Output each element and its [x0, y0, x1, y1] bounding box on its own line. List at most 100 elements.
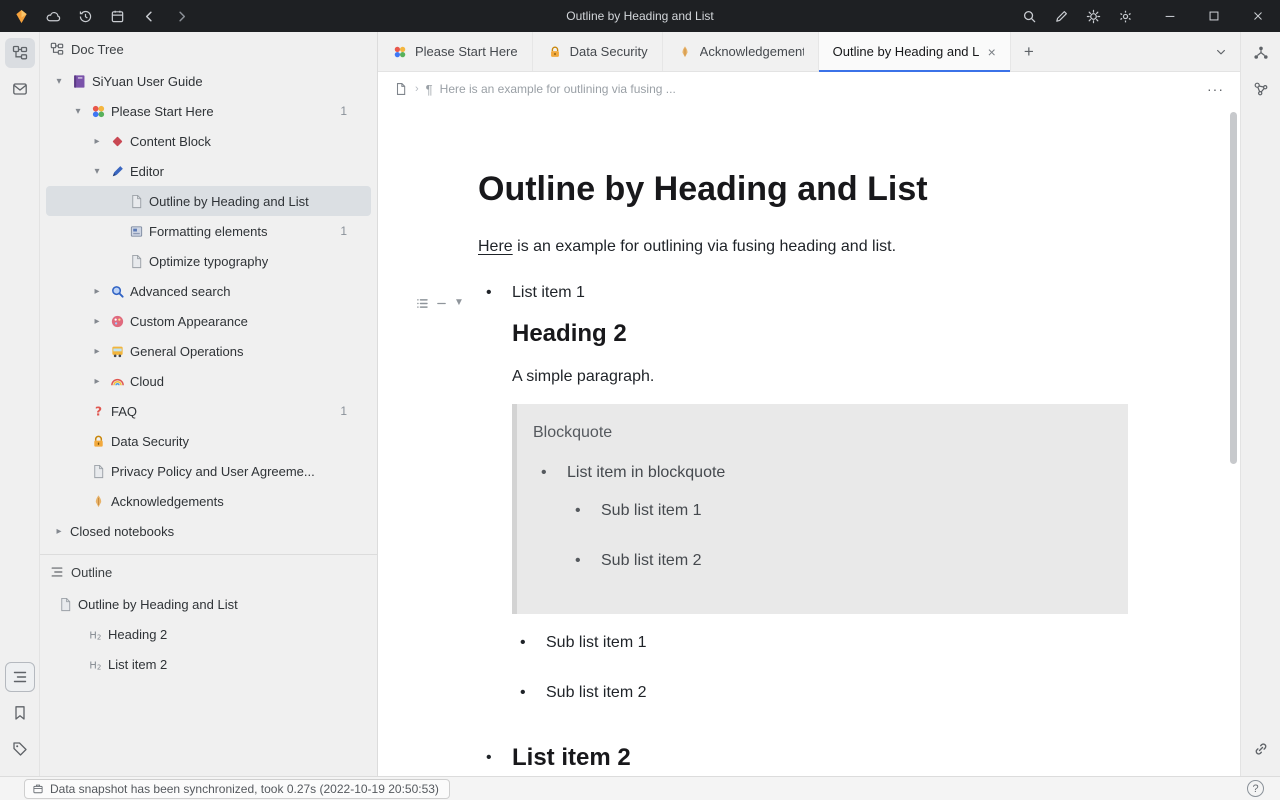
sub-list-item-2[interactable]: • Sub list item 2 [512, 680, 1128, 718]
expand-arrow-icon[interactable]: ▸ [88, 316, 106, 327]
block-gutter[interactable]: ▼ [416, 290, 464, 316]
gutter-item-icon[interactable] [435, 297, 448, 310]
tab-close-button[interactable]: × [986, 45, 996, 59]
doc-tree-item-privacy-policy-and-user-agreeme[interactable]: Privacy Policy and User Agreeme... [46, 456, 371, 486]
bookmark-dock-button[interactable] [5, 698, 35, 728]
list-item-2[interactable]: • List item 2 1. Ordered list item 1 1pa… [478, 742, 1128, 776]
gutter-list-icon[interactable] [416, 297, 429, 310]
doc-tree-item-label: Acknowledgements [109, 494, 224, 509]
edit-button[interactable] [1046, 3, 1076, 29]
sub-list-item-2-text[interactable]: Sub list item 2 [546, 680, 646, 706]
blockquote-sub-item-1[interactable]: • Sub list item 1 [567, 498, 1112, 536]
blockquote-text[interactable]: Blockquote [533, 420, 1112, 446]
intro-paragraph[interactable]: Here is an example for outlining via fus… [478, 234, 1128, 260]
doc-tree-item-please-start-here[interactable]: ▾Please Start Here1 [46, 96, 371, 126]
paragraph-icon[interactable]: ¶ [426, 82, 433, 97]
document-icon[interactable] [394, 82, 408, 96]
back-button[interactable] [134, 3, 164, 29]
outline-item-outline-by-heading-and-list[interactable]: Outline by Heading and List [46, 589, 371, 619]
history-button[interactable] [70, 3, 100, 29]
search-button[interactable] [1014, 3, 1044, 29]
graph-dock-button[interactable] [1246, 38, 1276, 68]
blockquote-list-item-text[interactable]: List item in blockquote [567, 460, 1112, 486]
outline-header: Outline [40, 555, 377, 589]
theme-button[interactable] [1078, 3, 1108, 29]
doc-tree-item-formatting-elements[interactable]: Formatting elements1 [46, 216, 371, 246]
forward-button[interactable] [166, 3, 196, 29]
logo-button[interactable] [6, 3, 36, 29]
doc-tree-item-editor[interactable]: ▾Editor [46, 156, 371, 186]
doc-tree-item-faq[interactable]: ?FAQ1 [46, 396, 371, 426]
gutter-collapse-icon[interactable]: ▼ [454, 290, 464, 316]
svg-text:2: 2 [96, 632, 100, 641]
inbox-dock-button[interactable] [5, 74, 35, 104]
simple-paragraph[interactable]: A simple paragraph. [512, 364, 1128, 390]
outline-item-list-item-2[interactable]: H2List item 2 [46, 649, 371, 679]
outline-item-heading-2[interactable]: H2Heading 2 [46, 619, 371, 649]
doc-tree-item-content-block[interactable]: ▸Content Block [46, 126, 371, 156]
maximize-button[interactable] [1192, 0, 1236, 32]
blockquote-list-item[interactable]: • List item in blockquote • Sub list ite… [533, 460, 1112, 598]
breadcrumb-separator: › [415, 83, 419, 95]
settings-button[interactable] [1110, 3, 1140, 29]
blockquote-sub-item-2[interactable]: • Sub list item 2 [567, 548, 1112, 586]
editor-scrollbar[interactable] [1230, 112, 1237, 464]
daily-note-button[interactable] [102, 3, 132, 29]
heading-2[interactable]: Heading 2 [512, 318, 1128, 350]
global-graph-dock-button[interactable] [1246, 74, 1276, 104]
doc-tree-item-outline-by-heading-and-list[interactable]: Outline by Heading and List [46, 186, 371, 216]
doc-tree-item-data-security[interactable]: Data Security [46, 426, 371, 456]
left-dock-bottom [5, 662, 35, 764]
blockquote[interactable]: Blockquote • List item in blockquote • S… [512, 404, 1128, 614]
blockquote-sub-item-1-text[interactable]: Sub list item 1 [601, 498, 701, 524]
tab-please-start-here[interactable]: Please Start Here [378, 32, 533, 71]
editor[interactable]: ▼ Outline by Heading and List Here is an… [378, 106, 1240, 776]
doc-tree-item-siyuan-user-guide[interactable]: ▾SiYuan User Guide [46, 66, 371, 96]
titlebar: Outline by Heading and List [0, 0, 1280, 32]
collapse-arrow-icon[interactable]: ▾ [88, 166, 106, 177]
tab-data-security[interactable]: Data Security [533, 32, 663, 71]
doc-tree-header-icon [50, 42, 64, 56]
doc-tree-item-acknowledgements[interactable]: Acknowledgements [46, 486, 371, 516]
minimize-button[interactable] [1148, 0, 1192, 32]
tab-outline-by-heading-and-list[interactable]: Outline by Heading and List× [819, 32, 1011, 71]
list-item-1[interactable]: • List item 1 Heading 2 A simple paragra… [478, 280, 1128, 730]
doc-tree-item-custom-appearance[interactable]: ▸Custom Appearance [46, 306, 371, 336]
document-title[interactable]: Outline by Heading and List [478, 166, 1128, 212]
sub-list-item-1-text[interactable]: Sub list item 1 [546, 630, 646, 656]
tag-dock-button[interactable] [5, 734, 35, 764]
doc-tree-item-label: FAQ [109, 404, 137, 419]
help-button[interactable]: ? [1247, 780, 1264, 797]
palette-icon [106, 312, 128, 330]
outline-dock-button[interactable] [5, 662, 35, 692]
more-button[interactable]: ··· [1207, 81, 1224, 97]
expand-arrow-icon[interactable]: ▸ [50, 526, 68, 537]
expand-arrow-icon[interactable]: ▸ [88, 346, 106, 357]
doc-tree-dock-button[interactable] [5, 38, 35, 68]
doc-tree-item-advanced-search[interactable]: ▸Advanced search [46, 276, 371, 306]
doc-tree-item-general-operations[interactable]: ▸General Operations [46, 336, 371, 366]
new-tab-button[interactable]: + [1011, 32, 1047, 71]
svg-text:H: H [89, 630, 96, 641]
backlinks-dock-button[interactable] [1246, 734, 1276, 764]
tab-acknowledgements[interactable]: Acknowledgements [663, 32, 819, 71]
svg-text:H: H [89, 660, 96, 671]
expand-arrow-icon[interactable]: ▸ [88, 136, 106, 147]
list-item-1-text[interactable]: List item 1 [512, 280, 1128, 306]
blockquote-sub-item-2-text[interactable]: Sub list item 2 [601, 548, 701, 574]
expand-arrow-icon[interactable]: ▸ [88, 376, 106, 387]
sub-list-item-1[interactable]: • Sub list item 1 [512, 630, 1128, 668]
expand-arrow-icon[interactable]: ▸ [88, 286, 106, 297]
collapse-arrow-icon[interactable]: ▾ [50, 76, 68, 87]
doc-tree-item-closed-notebooks[interactable]: ▸Closed notebooks [46, 516, 371, 546]
cloud-button[interactable] [38, 3, 68, 29]
close-button[interactable] [1236, 0, 1280, 32]
list-item-2-heading[interactable]: List item 2 [512, 742, 1128, 774]
doc-tree-item-cloud[interactable]: ▸Cloud [46, 366, 371, 396]
here-link[interactable]: Here [478, 238, 513, 255]
tab-list-menu-button[interactable] [1202, 32, 1240, 71]
doc-tree-item-optimize-typography[interactable]: Optimize typography [46, 246, 371, 276]
left-dock-top [5, 38, 35, 104]
breadcrumb-text[interactable]: Here is an example for outlining via fus… [440, 82, 676, 96]
collapse-arrow-icon[interactable]: ▾ [69, 106, 87, 117]
